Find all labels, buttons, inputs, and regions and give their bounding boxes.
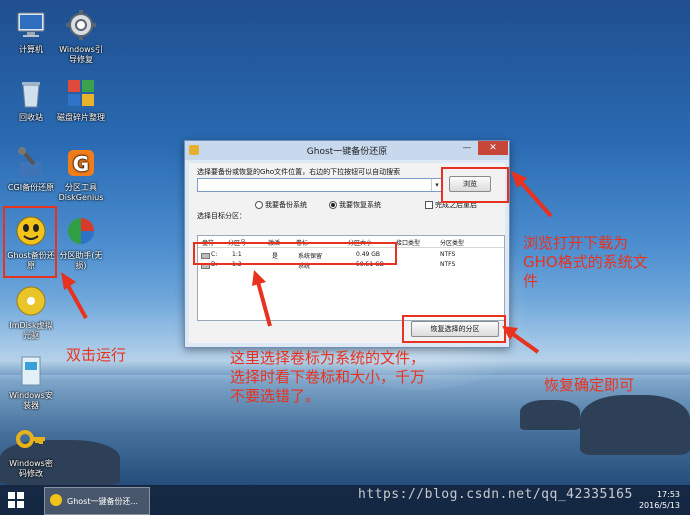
svg-text:G: G [73,152,89,176]
clock-time: 17:53 [656,490,680,499]
computer-icon [14,8,48,42]
watermark: https://blog.csdn.net/qq_42335165 [358,487,633,502]
desktop-icon-windows-password[interactable]: Windows密 码修改 [2,422,60,479]
cell-type: NTFS [440,261,456,268]
ghost-icon-highlight [3,206,57,278]
col-type: 分区类型 [440,240,465,247]
system-clock[interactable]: 17:53 2016/5/13 [639,489,680,511]
desktop-icon-diskgenius[interactable]: G 分区工具 DiskGenius [52,146,110,203]
cell-type: NTFS [440,251,456,258]
desktop-icon-label: 分区助手(无 损) [59,251,103,270]
radio-dot-selected [329,201,337,209]
desktop-icon-partition-assistant[interactable]: 分区助手(无 损) [52,214,110,271]
desktop-icon-windows-boot-repair[interactable]: Windows引 导修复 [52,8,110,65]
radio-backup[interactable]: 我要备份系统 [255,200,307,210]
tools-icon [14,146,48,180]
defrag-icon [64,76,98,110]
radio-restore-label: 我要恢复系统 [339,201,381,209]
minimize-button[interactable]: — [457,141,477,155]
radio-dot [255,201,263,209]
start-button[interactable] [8,492,24,508]
cd-icon [14,284,48,318]
desktop-icon-label: ImDisk虚拟 光驱 [9,321,53,340]
gho-path-input[interactable]: ▾ [197,178,443,192]
desktop-icon-label: Windows密 码修改 [9,459,53,478]
recycle-bin-icon [14,76,48,110]
arrow-to-ghost-icon [61,272,88,319]
arrow-to-restore [502,326,540,354]
restore-note: 恢复确定即可 [544,376,635,394]
checkbox-box [425,201,433,209]
browse-note: 浏览打开下载为 GHO格式的系统文 件 [523,234,648,290]
desktop-icon-label: Windows安 装器 [9,391,53,410]
desktop-icon-label: 磁盘碎片整理 [57,113,105,122]
wallpaper-rock [520,400,580,430]
path-prompt: 选择要备份或恢复的Gho文件位置，右边的下拉按钮可以自动搜索 [197,168,401,176]
double-click-note: 双击运行 [66,346,127,364]
taskbar-item-ghost[interactable]: Ghost一键备份还... [44,487,150,515]
window-titlebar[interactable]: Ghost一键备份还原 — ✕ [185,141,509,160]
arrow-to-browse [511,171,553,218]
browse-highlight [441,167,509,203]
close-button[interactable]: ✕ [478,141,508,155]
key-icon [14,422,48,456]
select-note: 这里选择卷标为系统的文件， 选择时看下卷标和大小，千万 不要选错了。 [230,349,426,405]
radio-backup-label: 我要备份系统 [265,201,307,209]
row-d-highlight [193,242,397,265]
desktop-icon-label: 分区工具 DiskGenius [58,183,104,202]
windows-logo-icon-part [17,492,24,499]
desktop-icon-disk-defrag[interactable]: 磁盘碎片整理 [52,76,110,123]
desktop-icon-label: Windows引 导修复 [59,45,103,64]
ghost-task-icon [50,494,62,506]
radio-restore[interactable]: 我要恢复系统 [329,200,381,210]
desktop-icon-windows-installer[interactable]: Windows安 装器 [2,354,60,411]
partition-assistant-icon [64,214,98,248]
diskgenius-icon: G [64,146,98,180]
windows-logo-icon [8,492,15,499]
wallpaper-rock [580,395,690,455]
windows-logo-icon-part [8,501,15,508]
taskbar-item-label: Ghost一键备份还... [67,497,139,506]
windows-logo-icon-part [17,501,24,508]
installer-icon [14,354,48,388]
col-interface: 接口类型 [396,240,421,247]
restore-highlight [402,315,506,343]
gear-icon [64,8,98,42]
clock-date: 2016/5/13 [638,501,680,510]
arrow-to-row [252,270,272,327]
target-partition-label: 选择目标分区： [197,212,246,220]
desktop-icon-imdisk[interactable]: ImDisk虚拟 光驱 [2,284,60,341]
